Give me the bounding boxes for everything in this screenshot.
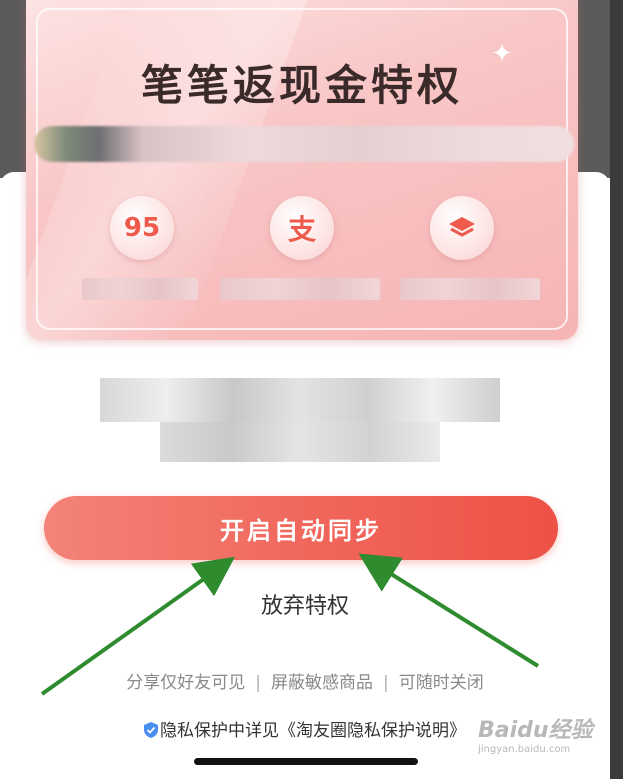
blurred-user-info — [34, 126, 574, 162]
shield-icon — [144, 722, 158, 738]
note-separator: | — [255, 673, 261, 693]
privacy-policy-link[interactable]: 《淘友圈隐私保护说明》 — [279, 721, 466, 741]
note-can-close: 可随时关闭 — [398, 673, 484, 693]
feature-notes: 分享仅好友可见 | 屏蔽敏感商品 | 可随时关闭 — [0, 668, 610, 693]
blurred-feature-label — [82, 278, 198, 300]
enable-auto-sync-label: 开启自动同步 — [220, 516, 382, 545]
screen-edge — [610, 0, 623, 779]
enable-auto-sync-button[interactable]: 开启自动同步 — [44, 496, 558, 560]
cashback-privilege-card: ✦ 笔笔返现金特权 95 支 — [26, 0, 578, 340]
blurred-feature-label — [400, 278, 540, 300]
card-title: 笔笔返现金特权 — [140, 61, 463, 110]
home-indicator[interactable] — [194, 758, 418, 765]
feature-icons-row: 95 支 — [26, 196, 578, 266]
privacy-text: 隐私保护中详见 — [160, 721, 279, 741]
layers-icon — [430, 196, 494, 260]
note-block-sensitive: 屏蔽敏感商品 — [271, 673, 373, 693]
blurred-description-line-1 — [100, 378, 500, 422]
note-friends-only: 分享仅好友可见 — [126, 673, 246, 693]
blurred-feature-label — [220, 278, 380, 300]
baidu-watermark: Baidu经验 jingyan.baidu.com — [478, 718, 593, 755]
give-up-privilege-link[interactable]: 放弃特权 — [0, 588, 610, 620]
blurred-description-line-2 — [160, 422, 440, 462]
alipay-icon: 支 — [270, 196, 334, 260]
badge-95-icon: 95 — [110, 196, 174, 260]
note-separator: | — [383, 673, 389, 693]
